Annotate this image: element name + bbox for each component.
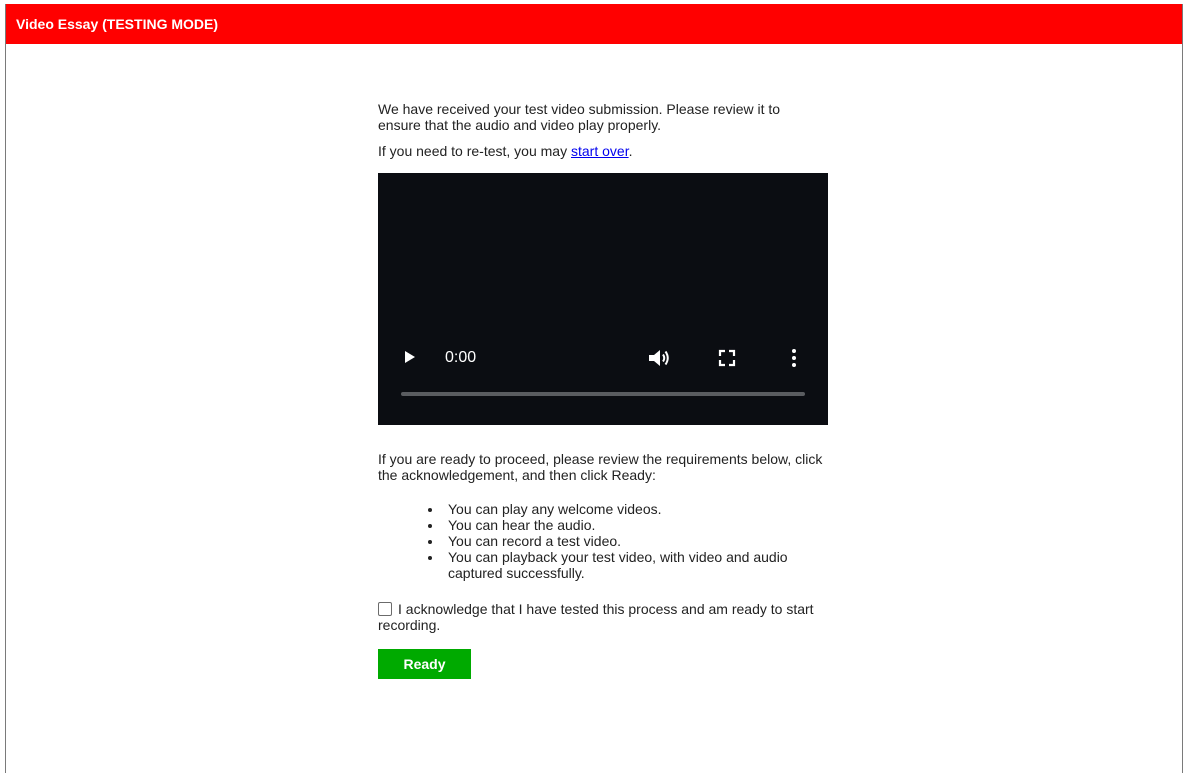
list-item: You can play any welcome videos. bbox=[428, 501, 818, 517]
fullscreen-icon[interactable] bbox=[718, 349, 736, 367]
volume-icon[interactable] bbox=[646, 346, 672, 370]
acknowledgement: I acknowledge that I have tested this pr… bbox=[378, 601, 818, 633]
ready-button[interactable]: Ready bbox=[378, 649, 471, 679]
requirements-list: You can play any welcome videos. You can… bbox=[378, 501, 838, 581]
proceed-message: If you are ready to proceed, please revi… bbox=[378, 451, 823, 483]
received-message: We have received your test video submiss… bbox=[378, 101, 781, 133]
page-header: Video Essay (TESTING MODE) bbox=[6, 4, 1182, 44]
video-progress-bar[interactable] bbox=[401, 392, 805, 396]
more-options-icon[interactable] bbox=[784, 347, 804, 369]
page-frame: Video Essay (TESTING MODE) We have recei… bbox=[5, 4, 1183, 773]
main-content: We have received your test video submiss… bbox=[378, 101, 838, 679]
acknowledge-checkbox[interactable] bbox=[378, 602, 392, 616]
retest-suffix: . bbox=[628, 143, 633, 159]
play-icon[interactable] bbox=[400, 345, 420, 369]
list-item: You can playback your test video, with v… bbox=[428, 549, 818, 581]
retest-prefix: If you need to re-test, you may bbox=[378, 143, 571, 159]
start-over-link[interactable]: start over bbox=[571, 143, 629, 159]
acknowledge-label: I acknowledge that I have tested this pr… bbox=[378, 601, 814, 633]
list-item: You can record a test video. bbox=[428, 533, 818, 549]
list-item: You can hear the audio. bbox=[428, 517, 818, 533]
page-title: Video Essay (TESTING MODE) bbox=[16, 16, 219, 32]
video-player[interactable]: 0:00 bbox=[378, 173, 828, 425]
retest-message: If you need to re-test, you may start ov… bbox=[378, 143, 838, 159]
video-time: 0:00 bbox=[445, 349, 477, 366]
